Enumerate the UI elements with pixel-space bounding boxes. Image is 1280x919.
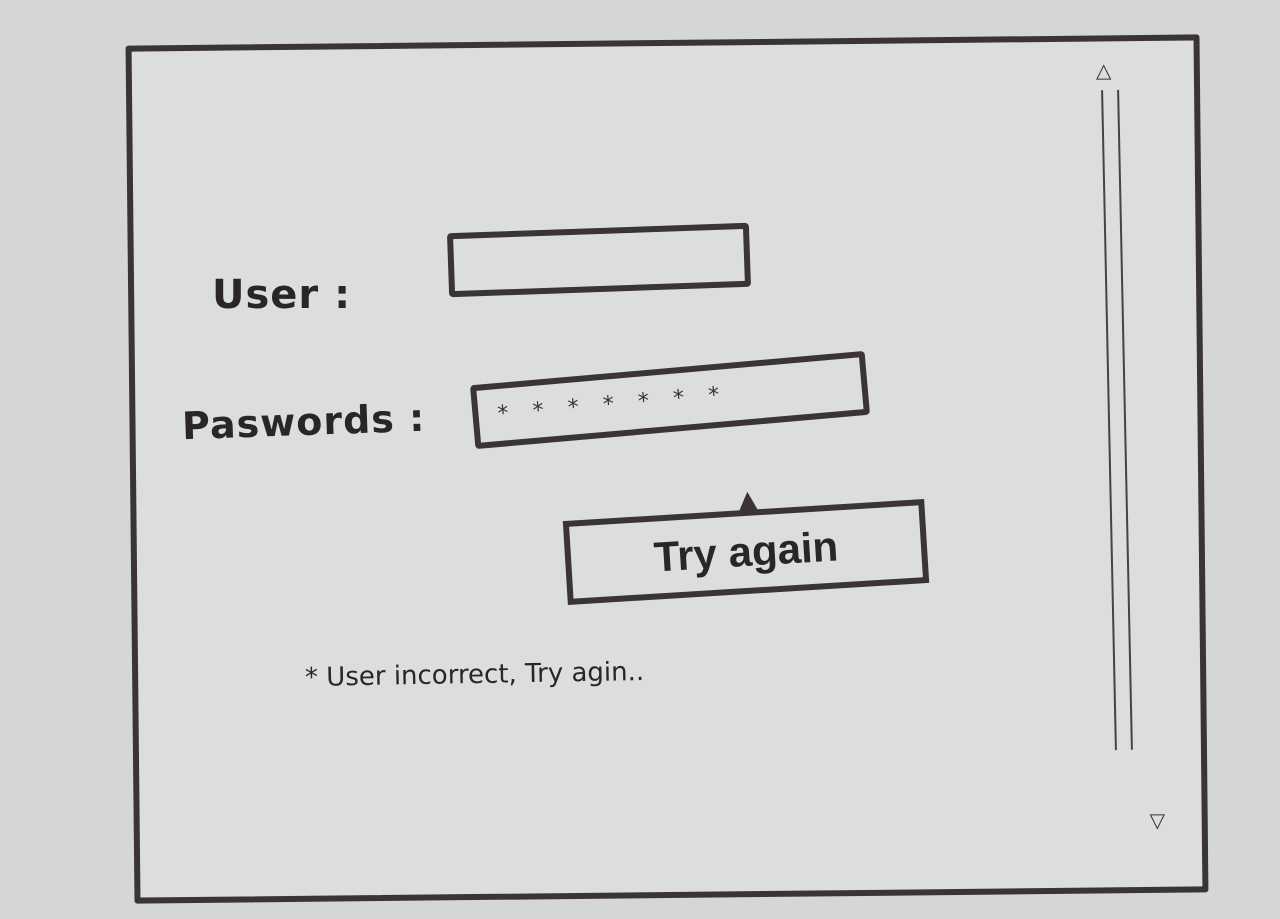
user-input[interactable] — [446, 222, 752, 298]
vertical-scrollbar[interactable]: ◁ ◁ — [1094, 60, 1168, 840]
login-window — [125, 34, 1209, 904]
scroll-down-arrow-icon[interactable]: ◁ — [1144, 814, 1168, 829]
password-label: Paswords : — [181, 395, 426, 449]
error-message: * User incorrect, Try agin.. — [304, 657, 645, 693]
scrollbar-track[interactable] — [1101, 89, 1133, 751]
scroll-up-arrow-icon[interactable]: ◁ — [1094, 64, 1118, 79]
user-label: User : — [212, 272, 352, 318]
